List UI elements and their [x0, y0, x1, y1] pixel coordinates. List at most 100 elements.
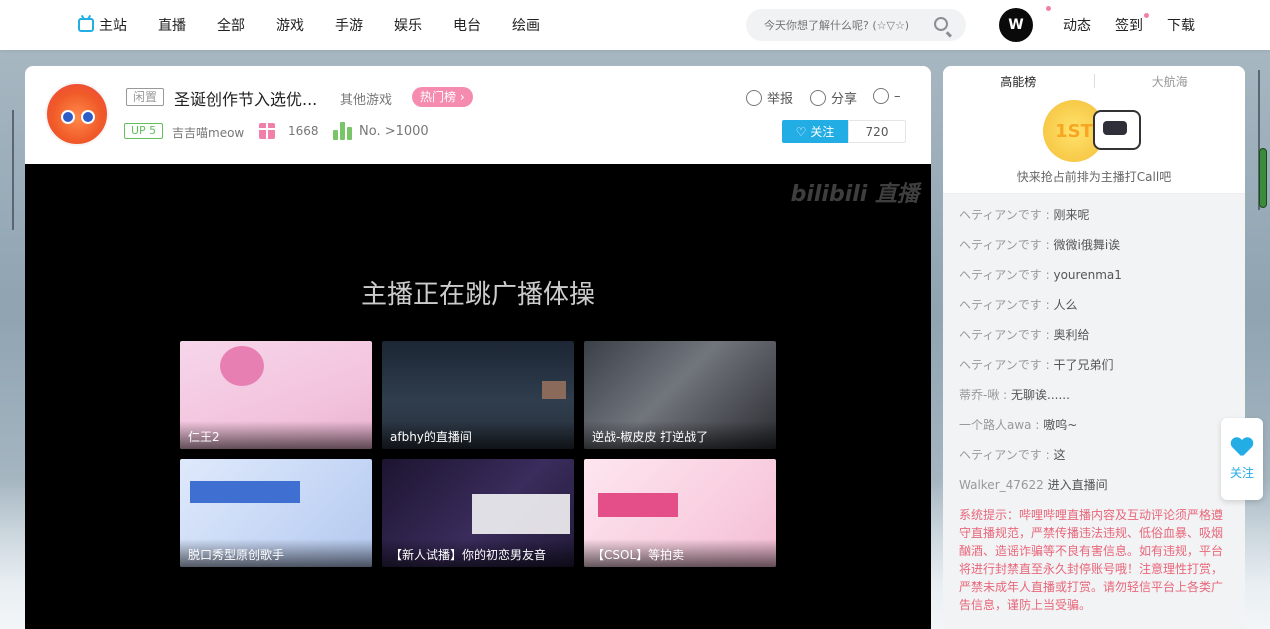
chat-user[interactable]: ヘティアンです	[959, 298, 1042, 312]
chat-user[interactable]: ヘティアンです	[959, 268, 1042, 282]
gift-count: 1668	[288, 124, 319, 138]
viewers-indicator: –	[873, 88, 901, 104]
tab-high-energy[interactable]: 高能榜	[943, 73, 1094, 90]
up-level-badge: UP 5	[124, 123, 164, 139]
follow-count: 720	[848, 120, 906, 143]
heart-icon: ♡	[795, 124, 807, 139]
up-name[interactable]: 吉吉喵meow	[172, 124, 244, 141]
video-player[interactable]: bilibili 直播 主播正在跳广播体操 仁王2 afbhy的直播间 逆战-椒…	[25, 164, 931, 629]
viewers-count: –	[894, 88, 901, 104]
tv-icon	[78, 18, 94, 32]
chat-user[interactable]: ヘティアンです	[959, 448, 1042, 462]
chat-message: 微微i俄舞i诶	[1053, 238, 1121, 252]
chat-message: yourenma1	[1053, 268, 1122, 282]
bilibili-live-watermark: bilibili 直播	[790, 182, 919, 207]
search-input[interactable]	[764, 18, 934, 32]
rec-card-title: 逆战-椒皮皮 打逆战了	[584, 421, 776, 449]
chat-user[interactable]: 一个路人awa	[959, 418, 1032, 432]
main-nav: 主站 直播 全部 游戏 手游 娱乐 电台 绘画	[78, 0, 571, 50]
gift-icon	[259, 123, 275, 139]
nav-dynamics[interactable]: 动态	[1063, 0, 1091, 50]
users-icon	[873, 88, 889, 104]
rec-card[interactable]: 仁王2	[180, 341, 372, 449]
nav-all[interactable]: 全部	[217, 0, 245, 50]
chat-line: 一个路人awa : 嗷呜~	[959, 418, 1078, 432]
rec-card[interactable]: 逆战-椒皮皮 打逆战了	[584, 341, 776, 449]
nav-download[interactable]: 下载	[1167, 0, 1195, 50]
chat-line: 蒂乔-啾 : 无聊诶......	[959, 388, 1070, 402]
chat-user[interactable]: ヘティアンです	[959, 238, 1042, 252]
nav-label: 主站	[99, 18, 127, 34]
chat-line: Walker_47622 进入直播间	[959, 472, 1229, 502]
rec-card[interactable]: afbhy的直播间	[382, 341, 574, 449]
rec-thumbnail	[220, 346, 264, 386]
rec-card[interactable]: 【新人试播】你的初恋男友音	[382, 459, 574, 567]
report-label: 举报	[767, 92, 794, 107]
chat-message: 刚来呢	[1053, 208, 1090, 222]
search-icon[interactable]	[934, 17, 948, 31]
rec-card-title: 【CSOL】等拍卖	[584, 539, 776, 567]
user-avatar[interactable]: W	[999, 8, 1033, 42]
nav-games[interactable]: 游戏	[276, 0, 304, 50]
nav-live[interactable]: 直播	[158, 0, 186, 50]
chat-message: 嗷呜~	[1043, 418, 1078, 432]
chat-user[interactable]: Walker_47622	[959, 478, 1044, 492]
nav-drawing[interactable]: 绘画	[512, 0, 540, 50]
follow-label: 关注	[810, 125, 835, 139]
chat-message: 进入直播间	[1047, 478, 1108, 492]
side-panel: 高能榜 大航海 1ST 快来抢占前排为主播打Call吧 ヘティアンです : 刚来…	[943, 66, 1245, 629]
rec-card-title: 【新人试播】你的初恋男友音	[382, 539, 574, 567]
area-link[interactable]: 其他游戏	[340, 89, 392, 108]
rank-caption: 快来抢占前排为主播打Call吧	[1016, 170, 1172, 184]
page-scrollbar[interactable]	[1259, 148, 1267, 208]
up-avatar[interactable]	[45, 82, 109, 146]
floating-follow-button[interactable]: 关注	[1221, 418, 1263, 500]
chat-line: ヘティアンです : 干了兄弟们	[959, 358, 1114, 372]
room-title: 圣诞创作节入选优...	[174, 90, 318, 109]
offline-status-text: 主播正在跳广播体操	[360, 280, 595, 310]
avatar-eye	[81, 110, 95, 124]
warning-icon	[746, 89, 762, 106]
chat-user[interactable]: 蒂乔-啾	[959, 388, 999, 402]
status-tag: 闲置	[126, 88, 165, 106]
chat-user[interactable]: ヘティアンです	[959, 208, 1042, 222]
chat-line: ヘティアンです : 奥利给	[959, 328, 1090, 342]
rec-card[interactable]: 脱口秀型原创歌手	[180, 459, 372, 567]
chat-line: ヘティアンです : 微微i俄舞i诶	[959, 238, 1121, 252]
tree-decoration	[12, 110, 14, 230]
rec-thumbnail	[472, 494, 570, 534]
chat-user[interactable]: ヘティアンです	[959, 328, 1042, 342]
report-button[interactable]: 举报	[746, 88, 793, 107]
notification-dot	[1046, 6, 1051, 11]
rank-text[interactable]: No. >1000	[359, 124, 429, 139]
hot-rank-badge[interactable]: 热门榜 ›	[412, 87, 473, 107]
user-nav: 动态 签到 下载	[1063, 0, 1219, 50]
top-navbar: 主站 直播 全部 游戏 手游 娱乐 电台 绘画 W 动态 签到 下载	[0, 0, 1270, 50]
chat-message: 人么	[1053, 298, 1078, 312]
chat-user[interactable]: ヘティアンです	[959, 358, 1042, 372]
rank-empty-banner: 1ST 快来抢占前排为主播打Call吧	[943, 96, 1245, 194]
nav-home[interactable]: 主站	[78, 0, 127, 50]
system-notice: 系统提示：哔哩哔哩直播内容及互动评论须严格遵守直播规范，严禁传播违法违规、低俗血…	[959, 508, 1224, 612]
chat-line: ヘティアンです : 刚来呢	[959, 208, 1090, 222]
nav-entertainment[interactable]: 娱乐	[394, 0, 422, 50]
rec-thumbnail	[598, 493, 678, 517]
rec-card[interactable]: 【CSOL】等拍卖	[584, 459, 776, 567]
rec-thumbnail	[190, 481, 300, 503]
chat-line: ヘティアンです : 人么	[959, 298, 1078, 312]
tab-guard[interactable]: 大航海	[1095, 73, 1246, 90]
live-room-card: 闲置 圣诞创作节入选优... 其他游戏 热门榜 › 举报 分享 – UP 5 吉…	[25, 66, 931, 629]
chat-line: ヘティアンです : yourenma1	[959, 268, 1122, 282]
nav-mobile-games[interactable]: 手游	[335, 0, 363, 50]
rank-bar-icon	[333, 122, 353, 140]
rec-card-title: afbhy的直播间	[382, 421, 574, 449]
avatar-eye	[61, 110, 75, 124]
nav-checkin[interactable]: 签到	[1115, 0, 1143, 50]
chat-message: 干了兄弟们	[1053, 358, 1114, 372]
rec-thumbnail	[542, 381, 566, 399]
share-button[interactable]: 分享	[810, 88, 857, 107]
nav-radio[interactable]: 电台	[453, 0, 481, 50]
follow-button[interactable]: ♡ 关注	[782, 120, 848, 143]
chat-list[interactable]: ヘティアンです : 刚来呢 ヘティアンです : 微微i俄舞i诶 ヘティアンです …	[943, 194, 1245, 614]
rec-card-title: 仁王2	[180, 421, 372, 449]
